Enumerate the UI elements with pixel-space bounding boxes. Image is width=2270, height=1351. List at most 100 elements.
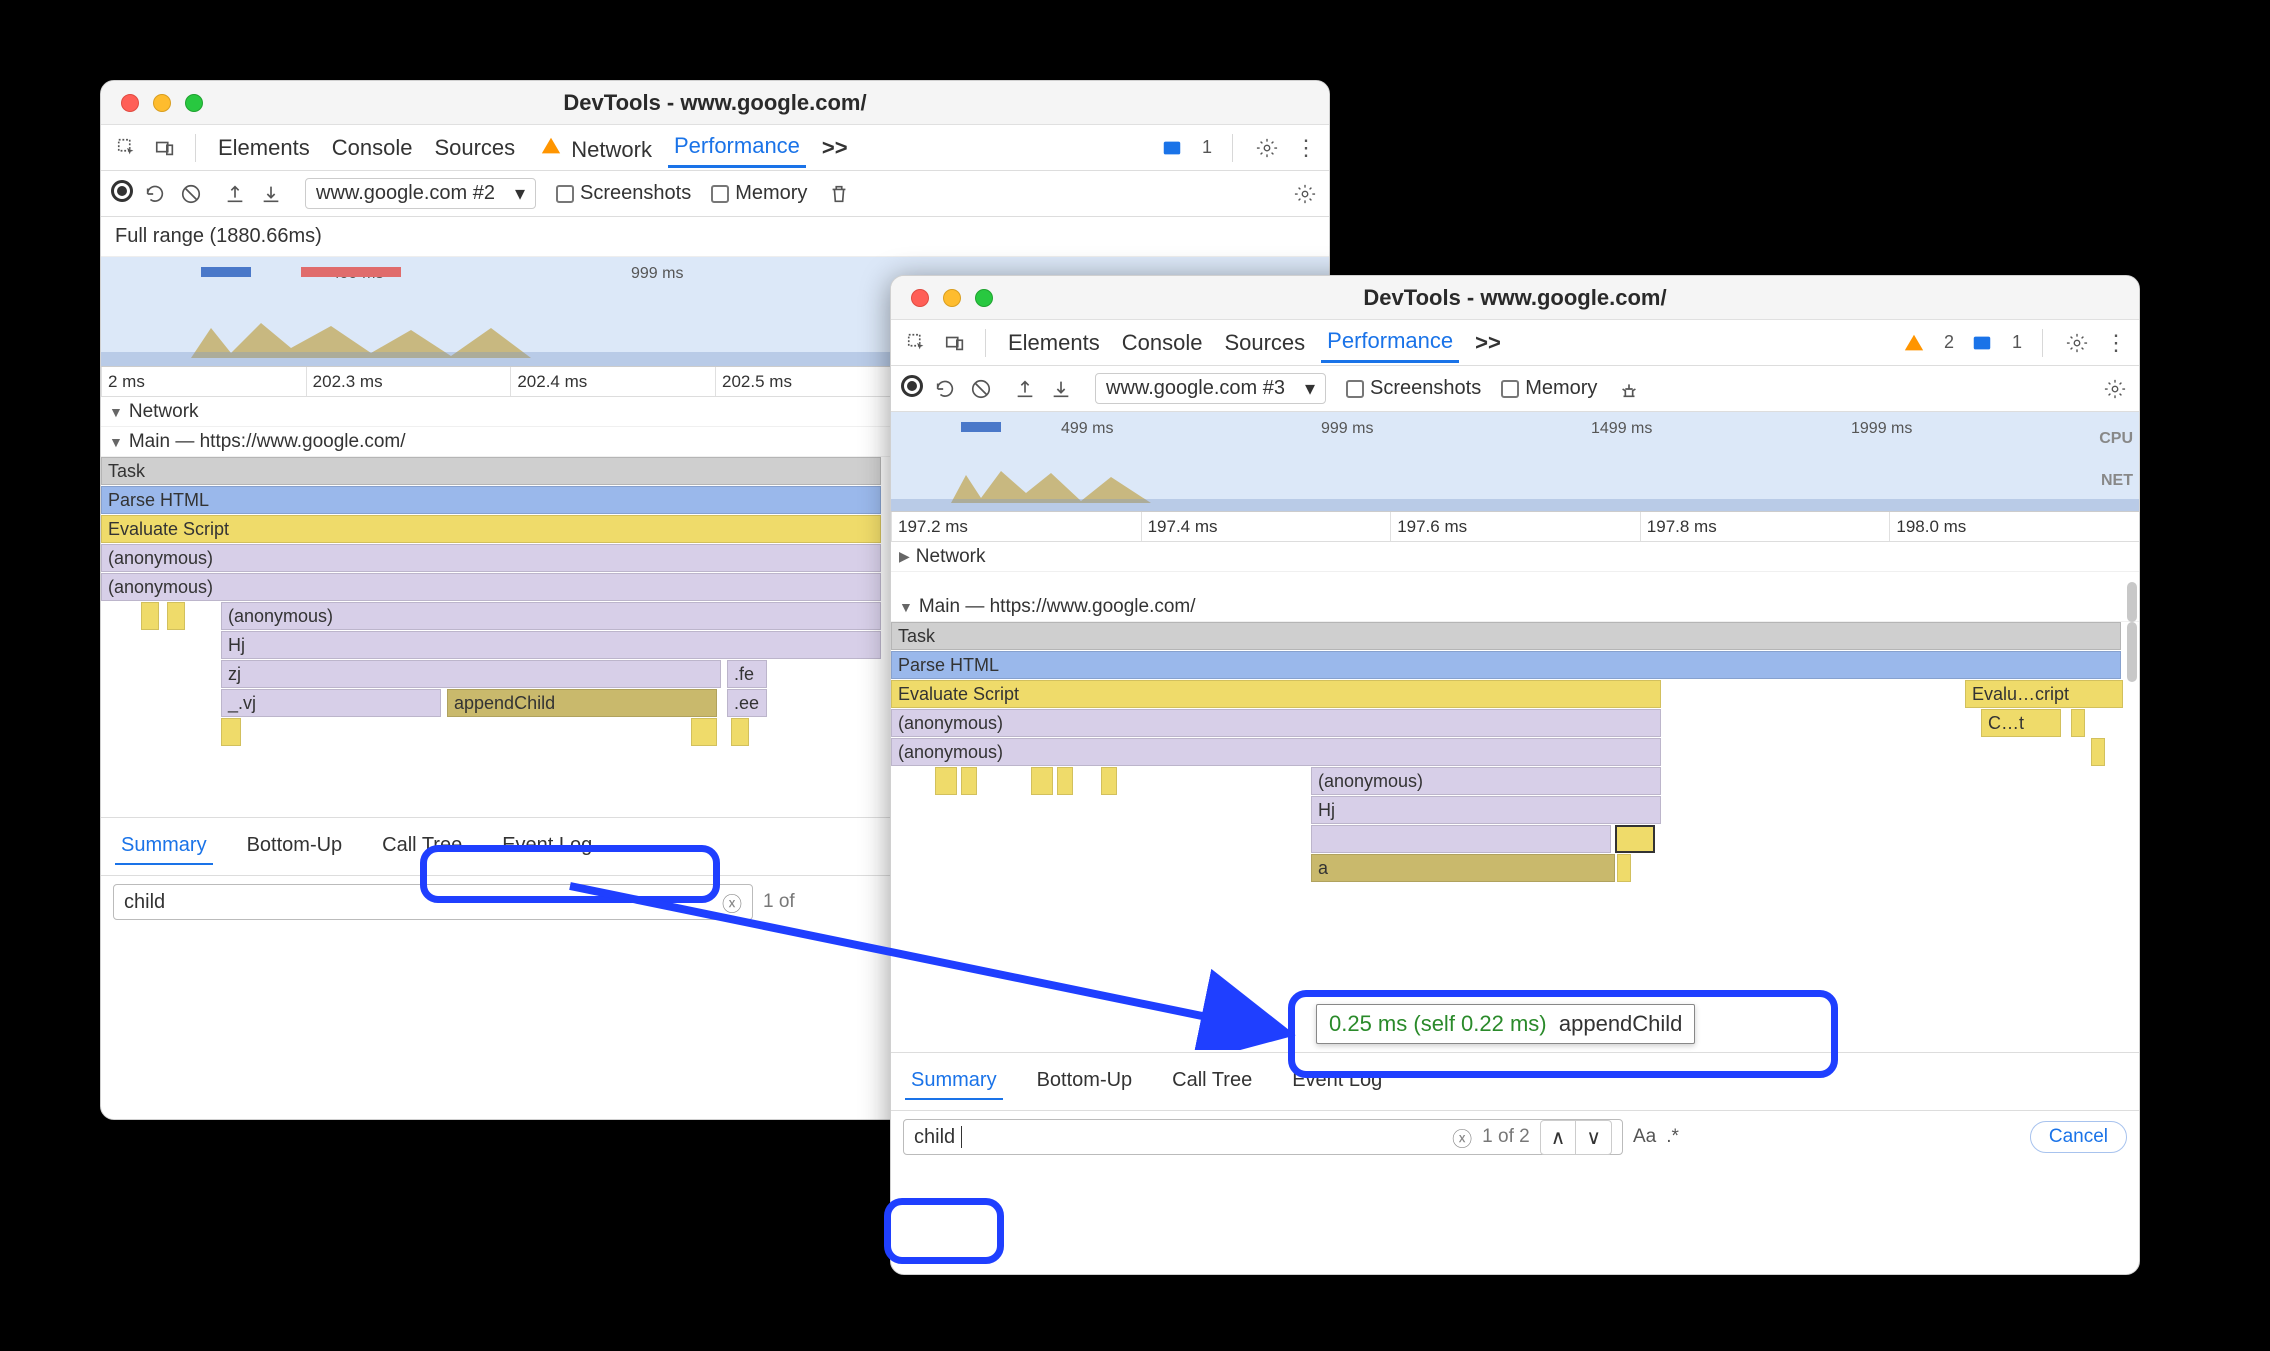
upload-icon[interactable] [221, 180, 249, 208]
overview-minimap[interactable]: 499 ms 999 ms 1499 ms 1999 ms CPU NET [891, 412, 2139, 512]
flame-bar-vj[interactable]: _.vj [221, 689, 441, 717]
reload-icon[interactable] [141, 180, 169, 208]
flame-bar[interactable] [1311, 825, 1611, 853]
trash-icon[interactable] [825, 180, 853, 208]
maximize-icon[interactable] [975, 289, 993, 307]
tab-elements[interactable]: Elements [1002, 324, 1106, 362]
download-icon[interactable] [257, 180, 285, 208]
tab-elements[interactable]: Elements [212, 129, 316, 167]
cancel-button[interactable]: Cancel [2030, 1121, 2127, 1153]
inspect-icon[interactable] [903, 329, 931, 357]
flame-bar-anon[interactable]: (anonymous) [101, 544, 881, 572]
flame-bar[interactable] [141, 602, 159, 630]
flame-bar-ee[interactable]: .ee [727, 689, 767, 717]
titlebar[interactable]: DevTools - www.google.com/ [101, 81, 1329, 125]
more-tabs-icon[interactable]: >> [1469, 324, 1507, 362]
minimize-icon[interactable] [153, 94, 171, 112]
close-icon[interactable] [121, 94, 139, 112]
flame-bar-eval-trunc[interactable]: Evalu…cript [1965, 680, 2123, 708]
flame-bar-eval[interactable]: Evaluate Script [101, 515, 881, 543]
titlebar[interactable]: DevTools - www.google.com/ [891, 276, 2139, 320]
record-button[interactable] [111, 180, 133, 208]
tab-summary[interactable]: Summary [905, 1063, 1003, 1100]
flame-bar[interactable] [961, 767, 977, 795]
flame-bar[interactable] [691, 718, 717, 746]
collect-garbage-icon[interactable] [1615, 375, 1643, 403]
regex-toggle[interactable]: .* [1666, 1126, 1679, 1148]
flame-bar-a[interactable]: a [1311, 854, 1615, 882]
flame-bar-selected[interactable] [1615, 825, 1655, 853]
kebab-icon[interactable]: ⋮ [1295, 137, 1317, 159]
clear-icon[interactable] [967, 375, 995, 403]
close-icon[interactable] [911, 289, 929, 307]
flame-bar[interactable] [731, 718, 749, 746]
tab-bottomup[interactable]: Bottom-Up [241, 828, 349, 865]
scrollbar-thumb[interactable] [2127, 582, 2137, 622]
match-case-toggle[interactable]: Aa [1633, 1126, 1656, 1148]
search-input[interactable]: child ⓧ [113, 884, 753, 920]
flame-bar-hj[interactable]: Hj [221, 631, 881, 659]
issues-icon[interactable] [1968, 329, 1996, 357]
flame-chart[interactable]: Task Parse HTML Evaluate Script Evalu…cr… [891, 622, 2139, 1002]
flame-bar[interactable] [1057, 767, 1073, 795]
tab-eventlog[interactable]: Event Log [1286, 1063, 1388, 1100]
flame-bar-task[interactable]: Task [101, 457, 881, 485]
kebab-icon[interactable]: ⋮ [2105, 332, 2127, 354]
flame-bar[interactable] [1031, 767, 1053, 795]
gear-icon[interactable] [1291, 180, 1319, 208]
profile-select[interactable]: www.google.com #3▾ [1095, 373, 1326, 404]
tab-sources[interactable]: Sources [428, 129, 521, 167]
flame-bar[interactable] [167, 602, 185, 630]
clear-icon[interactable]: ⓧ [1452, 1123, 1472, 1152]
reload-icon[interactable] [931, 375, 959, 403]
download-icon[interactable] [1047, 375, 1075, 403]
profile-select[interactable]: www.google.com #2▾ [305, 178, 536, 209]
tab-summary[interactable]: Summary [115, 828, 213, 865]
flame-bar[interactable] [1101, 767, 1117, 795]
flame-bar-ct[interactable]: C…t [1981, 709, 2061, 737]
flame-bar-anon[interactable]: (anonymous) [221, 602, 881, 630]
flame-bar-anon[interactable]: (anonymous) [1311, 767, 1661, 795]
flame-bar[interactable] [935, 767, 957, 795]
flame-bar-hj[interactable]: Hj [1311, 796, 1661, 824]
flame-bar[interactable] [2091, 738, 2105, 766]
section-main[interactable]: ▼Main — https://www.google.com/ [891, 592, 2139, 622]
memory-toggle[interactable]: Memory [711, 182, 807, 205]
warning-icon[interactable] [1900, 329, 1928, 357]
more-tabs-icon[interactable]: >> [816, 129, 854, 167]
flame-bar-eval[interactable]: Evaluate Script [891, 680, 1661, 708]
issues-icon[interactable] [1158, 134, 1186, 162]
tab-console[interactable]: Console [1116, 324, 1209, 362]
traffic-lights[interactable] [891, 289, 993, 307]
flame-bar-parse[interactable]: Parse HTML [891, 651, 2121, 679]
flame-bar-task[interactable]: Task [891, 622, 2121, 650]
search-input[interactable]: child ⓧ 1 of 2 ∧ ∨ [903, 1119, 1623, 1155]
search-prev-button[interactable]: ∧ [1541, 1121, 1577, 1154]
tab-performance[interactable]: Performance [668, 127, 806, 168]
flame-bar[interactable] [1617, 854, 1631, 882]
tab-calltree[interactable]: Call Tree [376, 828, 468, 865]
device-icon[interactable] [941, 329, 969, 357]
record-button[interactable] [901, 375, 923, 403]
tab-sources[interactable]: Sources [1218, 324, 1311, 362]
time-ruler[interactable]: 197.2 ms 197.4 ms 197.6 ms 197.8 ms 198.… [891, 512, 2139, 542]
traffic-lights[interactable] [101, 94, 203, 112]
flame-bar-zj[interactable]: zj [221, 660, 721, 688]
memory-toggle[interactable]: Memory [1501, 377, 1597, 400]
flame-bar[interactable] [2071, 709, 2085, 737]
flame-bar-parse[interactable]: Parse HTML [101, 486, 881, 514]
flame-bar-anon[interactable]: (anonymous) [101, 573, 881, 601]
flame-bar[interactable] [221, 718, 241, 746]
section-network[interactable]: ▶Network [891, 542, 2139, 572]
minimize-icon[interactable] [943, 289, 961, 307]
devtools-window-2[interactable]: DevTools - www.google.com/ Elements Cons… [890, 275, 2140, 1275]
maximize-icon[interactable] [185, 94, 203, 112]
gear-icon[interactable] [2101, 375, 2129, 403]
tab-eventlog[interactable]: Event Log [496, 828, 598, 865]
flame-bar-anon[interactable]: (anonymous) [891, 709, 1661, 737]
scrollbar-thumb[interactable] [2127, 622, 2137, 682]
clear-icon[interactable]: ⓧ [722, 888, 742, 917]
tab-calltree[interactable]: Call Tree [1166, 1063, 1258, 1100]
tab-console[interactable]: Console [326, 129, 419, 167]
clear-icon[interactable] [177, 180, 205, 208]
